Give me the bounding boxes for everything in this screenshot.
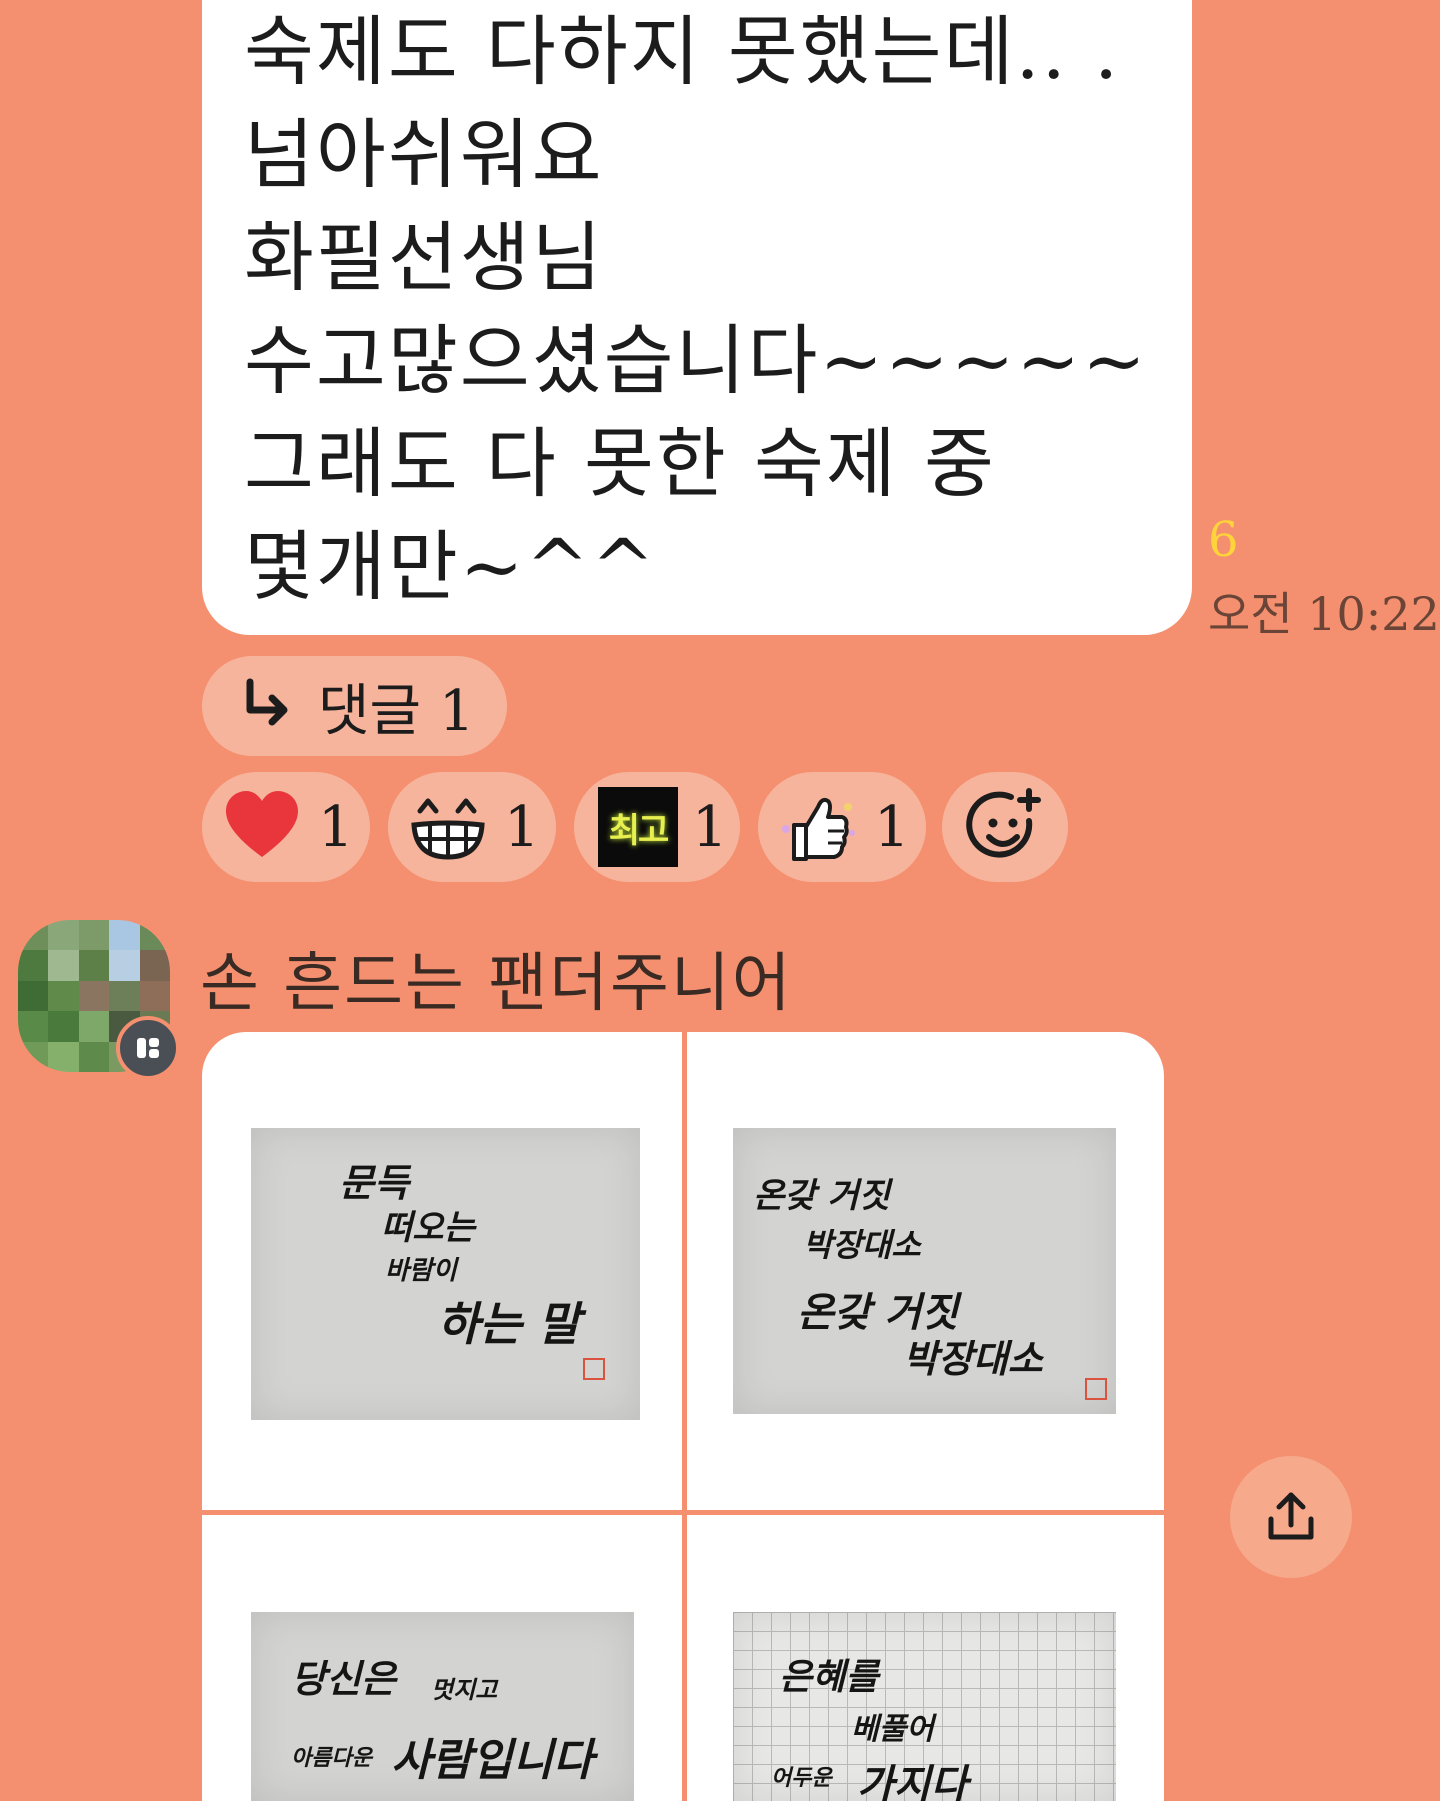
unread-count: 6 (1208, 512, 1239, 568)
message-line: 그래도 다 못한 숙제 중 (244, 419, 996, 508)
calligraphy-text: 가지다 (857, 1761, 968, 1801)
reaction-count: 1 (874, 794, 910, 860)
message-bubble[interactable]: 숙제도 다하지 못했는데.. . 넘아쉬워요 화필선생님 수고많으셨습니다~~~… (202, 0, 1192, 635)
calligraphy-text: 박장대소 (903, 1336, 1043, 1381)
message-line: 수고많으셨습니다~~~~~ (244, 316, 1148, 405)
message-line: 숙제도 다하지 못했는데.. . (244, 7, 1121, 96)
calligraphy-text: 문득 (339, 1160, 409, 1205)
reply-thread-button[interactable]: 댓글 1 (202, 656, 507, 756)
message-line: 화필선생님 (244, 213, 604, 302)
message-time: 오전 10:22 (1208, 587, 1440, 641)
calligraphy-text: 온갖 거짓 (753, 1176, 890, 1216)
share-button[interactable] (1230, 1456, 1352, 1578)
red-seal-icon (583, 1358, 605, 1380)
best-sticker-label: 최고 (608, 810, 670, 851)
calligraphy-text: 베풀어 (851, 1712, 934, 1747)
calligraphy-text: 사람입니다 (391, 1735, 594, 1786)
reply-count-label: 댓글 1 (318, 678, 475, 744)
calligraphy-photo-3[interactable]: 당신은 멋지고 아름다운 사람입니다 (251, 1612, 634, 1801)
reaction-count: 1 (692, 794, 728, 860)
best-sticker-icon: 최고 (598, 787, 678, 867)
reaction-thumbs-up[interactable]: 1 (758, 772, 926, 882)
calligraphy-text: 바람이 (385, 1256, 457, 1286)
calligraphy-photo-1[interactable]: 문득 떠오는 바람이 하는 말 (251, 1128, 640, 1420)
reaction-count: 1 (504, 794, 540, 860)
calligraphy-text: 당신은 (291, 1656, 396, 1701)
share-upload-icon (1268, 1492, 1314, 1540)
grid-divider (202, 1510, 1164, 1515)
add-reaction-button[interactable] (942, 772, 1068, 882)
calligraphy-text: 은혜를 (779, 1656, 879, 1698)
thumbs-up-icon (776, 785, 860, 869)
calligraphy-photo-4[interactable]: 은혜를 베풀어 어두운 가지다 (733, 1612, 1116, 1801)
profile-badge-icon (116, 1016, 180, 1080)
calligraphy-text: 하는 말 (437, 1297, 580, 1351)
photo-album[interactable]: 문득 떠오는 바람이 하는 말 온갖 거짓 박장대소 온갖 거짓 박장대소 당신… (202, 1032, 1164, 1801)
reaction-count: 1 (318, 794, 354, 860)
red-seal-icon (1085, 1378, 1107, 1400)
calligraphy-text: 아름다운 (291, 1745, 372, 1771)
message-line: 넘아쉬워요 (244, 110, 604, 199)
reaction-best[interactable]: 최고 1 (574, 772, 740, 882)
calligraphy-text: 박장대소 (803, 1226, 921, 1264)
grin-face-icon (406, 785, 490, 869)
calligraphy-photo-2[interactable]: 온갖 거짓 박장대소 온갖 거짓 박장대소 (733, 1128, 1116, 1414)
reaction-grin[interactable]: 1 (388, 772, 556, 882)
calligraphy-text: 멋지고 (431, 1675, 498, 1704)
reply-arrow-icon (246, 678, 288, 726)
reaction-heart[interactable]: 1 (202, 772, 370, 882)
calligraphy-text: 떠오는 (381, 1208, 475, 1248)
calligraphy-text: 어두운 (771, 1765, 832, 1791)
sender-name: 손 흔드는 팬더주니어 (200, 947, 793, 1021)
message-line: 몇개만~^^ (244, 522, 657, 611)
grid-divider (682, 1032, 687, 1801)
add-emoji-icon (966, 788, 1041, 858)
heart-icon (220, 785, 304, 869)
